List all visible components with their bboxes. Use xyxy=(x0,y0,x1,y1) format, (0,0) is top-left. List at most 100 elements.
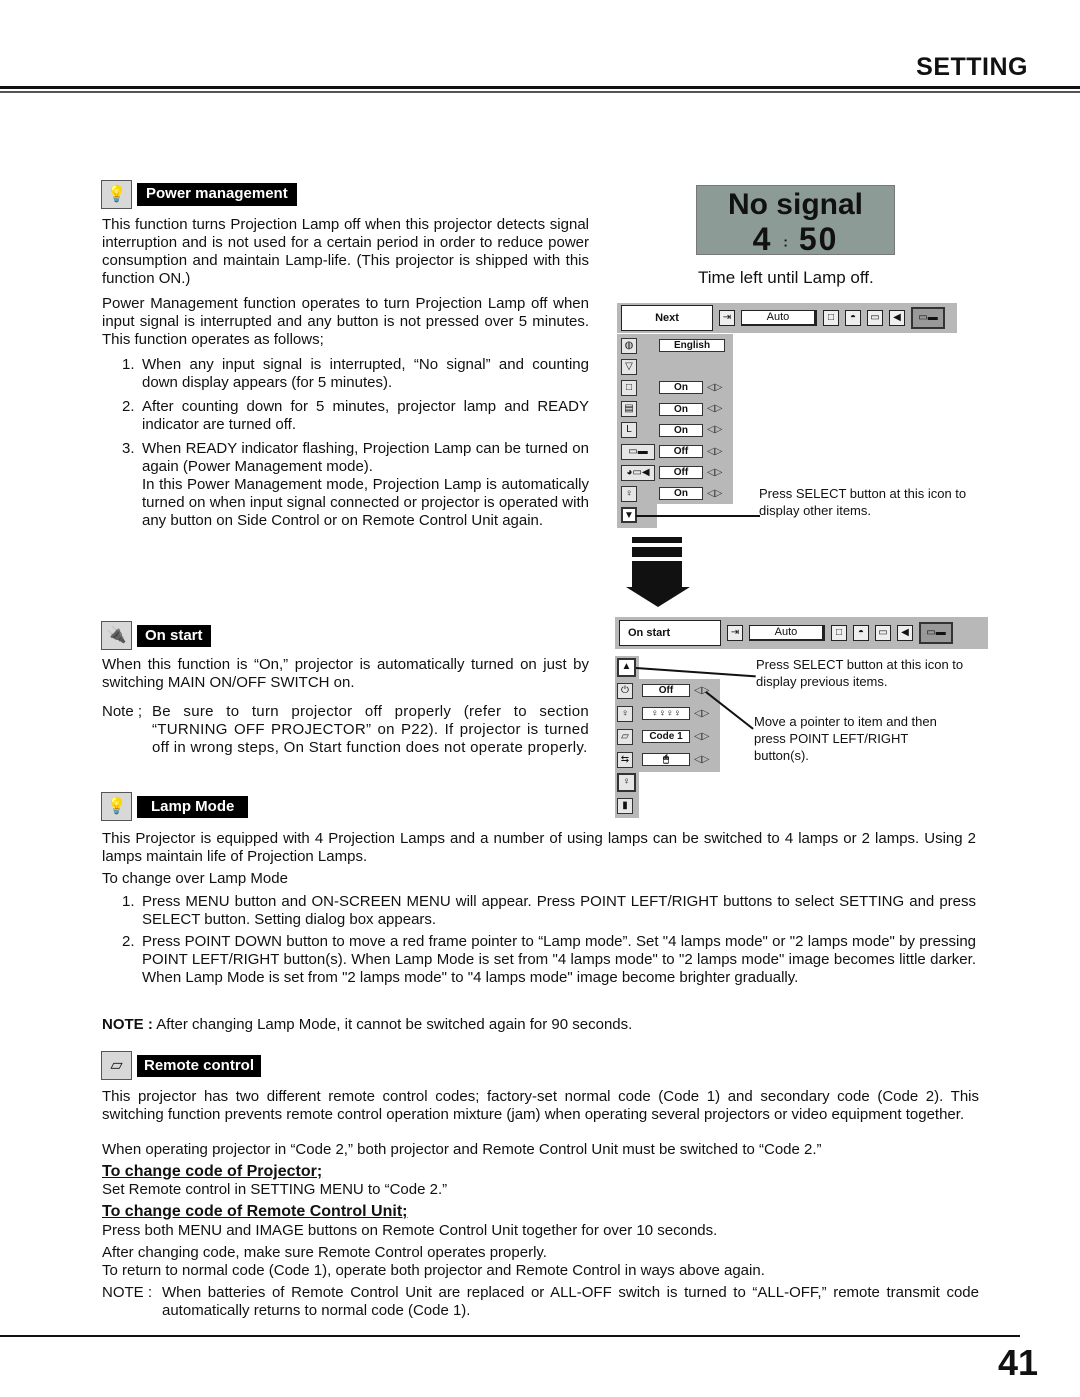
on-start-note: Note ; Be sure to turn projector off pro… xyxy=(102,703,589,756)
power-management-heading: 💡 Power management xyxy=(101,180,297,209)
image-icon[interactable]: □ xyxy=(823,310,839,326)
menu1-rows: ◍ English ▽ □ On ◁▷ ▤ On ◁▷ L On ◁▷ ▭▬ O… xyxy=(617,335,757,526)
screen-icon[interactable]: ▭ xyxy=(875,625,891,641)
power-management-icon: ♀ xyxy=(621,485,637,502)
image-icon[interactable]: □ xyxy=(831,625,847,641)
lamp-mode-label: Lamp Mode xyxy=(137,795,249,818)
menu-row-prev[interactable]: ▲ xyxy=(613,656,733,679)
left-right-arrows-icon[interactable]: ◁▷ xyxy=(707,443,722,461)
lamp-bulb-icon: 💡 xyxy=(101,180,132,209)
menu-row[interactable]: ▽ xyxy=(617,356,757,377)
left-right-arrows-icon[interactable]: ◁▷ xyxy=(694,751,709,769)
color-icon[interactable]: ◓ xyxy=(853,625,869,641)
arrow-stripe xyxy=(632,547,682,557)
rear-icon: ◕▭◀ xyxy=(621,464,655,481)
step-item-extra: In this Power Management mode, Projectio… xyxy=(142,476,589,529)
page-number: 41 xyxy=(997,1342,1038,1383)
countdown-timer: 4 : 50 xyxy=(752,221,839,257)
projector-code-text: Set Remote control in SETTING MENU to “C… xyxy=(102,1181,448,1198)
lamp-mode-para-2: To change over Lamp Mode xyxy=(102,870,288,887)
sound-icon[interactable]: ◀ xyxy=(897,625,913,641)
on-start-icon: ⏻ xyxy=(617,682,633,699)
menu-row[interactable]: □ On ◁▷ xyxy=(617,377,757,398)
ceiling-icon: ▭▬ xyxy=(621,443,655,460)
menu-row[interactable]: ♀ ♀♀♀♀ ◁▷ xyxy=(613,702,733,725)
sound-icon[interactable]: ◀ xyxy=(889,310,905,326)
input-icon[interactable]: ⇥ xyxy=(727,625,743,641)
multi-lamp-icon: 💡 xyxy=(101,792,132,821)
menu-row[interactable]: ◕▭◀ Off ◁▷ xyxy=(617,462,757,483)
lamp-mode-icon: ♀ xyxy=(617,705,633,722)
left-right-arrows-icon[interactable]: ◁▷ xyxy=(707,379,722,397)
scroll-up-icon[interactable]: ▲ xyxy=(617,658,636,677)
power-management-para-2: Power Management function operates to tu… xyxy=(102,295,589,348)
lamp-mode-heading: 💡 Lamp Mode xyxy=(101,792,249,821)
left-right-arrows-icon[interactable]: ◁▷ xyxy=(707,464,722,482)
remote-control-para-4: To return to normal code (Code 1), opera… xyxy=(102,1262,765,1279)
remote-unit-code-heading: To change code of Remote Control Unit; xyxy=(102,1203,408,1220)
remote-unit-code-text: Press both MENU and IMAGE buttons on Rem… xyxy=(102,1222,718,1239)
step-item: 2. Press POINT DOWN button to move a red… xyxy=(122,933,976,986)
on-start-heading: 🔌 On start xyxy=(101,621,211,650)
lamp-replace-icon: ♀ xyxy=(617,773,636,792)
remote-control-icon: ▱ xyxy=(617,728,633,745)
menu-row[interactable]: ◍ English xyxy=(617,335,757,356)
remote-control-para-1: This projector has two different remote … xyxy=(102,1088,979,1123)
setting-icon[interactable]: ▭▬ xyxy=(911,307,945,329)
auto-select[interactable]: Auto xyxy=(749,625,825,641)
remote-control-para-2: When operating projector in “Code 2,” bo… xyxy=(102,1141,822,1158)
exit-icon: ▮ xyxy=(617,797,633,814)
menu1-callout: Press SELECT button at this icon to disp… xyxy=(759,486,967,518)
step-item: 1. Press MENU button and ON-SCREEN MENU … xyxy=(122,893,976,928)
menu-row[interactable]: ♀ xyxy=(613,771,733,794)
arrow-shaft xyxy=(632,561,682,587)
left-right-arrows-icon[interactable]: ◁▷ xyxy=(694,705,709,723)
power-management-para-1: This function turns Projection Lamp off … xyxy=(102,216,589,287)
keystone-icon: ▽ xyxy=(621,358,637,375)
lcd-caption: Time left until Lamp off. xyxy=(698,268,874,287)
menu-row[interactable]: ▱ Code 1 ◁▷ xyxy=(613,725,733,748)
menu-row[interactable]: ⇆ 🖱 ◁▷ xyxy=(613,748,733,771)
remote-control-heading: ▱ Remote control xyxy=(101,1051,262,1080)
menu-row[interactable]: ▤ On ◁▷ xyxy=(617,399,757,420)
menu-row[interactable]: ▮ xyxy=(613,794,733,817)
menu-title-next[interactable]: Next xyxy=(621,305,713,331)
lamp-mode-para-1: This Projector is equipped with 4 Projec… xyxy=(102,830,976,865)
step-item: 3. When READY indicator flashing, Projec… xyxy=(122,440,589,475)
projector-code-heading: To change code of Projector; xyxy=(102,1163,323,1180)
header-rule-thin xyxy=(0,91,1080,93)
remote-icon: ▱ xyxy=(101,1051,132,1080)
menu2-rows: ▲ ⏻ Off ◁▷ ♀ ♀♀♀♀ ◁▷ ▱ Code 1 ◁▷ ⇆ 🖱 ◁▷ … xyxy=(613,656,733,817)
left-right-arrows-icon[interactable]: ◁▷ xyxy=(707,485,722,503)
plug-icon: 🔌 xyxy=(101,621,132,650)
left-right-arrows-icon[interactable]: ◁▷ xyxy=(707,421,722,439)
screen-icon[interactable]: ▭ xyxy=(867,310,883,326)
lamp-mode-note: NOTE : After changing Lamp Mode, it cann… xyxy=(102,1016,633,1033)
menu-row[interactable]: ♀ On ◁▷ xyxy=(617,483,757,504)
scroll-down-icon[interactable]: ▼ xyxy=(621,507,637,524)
no-signal-display: No signal 4 : 50 xyxy=(696,185,895,256)
setting-icon[interactable]: ▭▬ xyxy=(919,622,953,644)
remote-control-note: NOTE : When batteries of Remote Control … xyxy=(102,1284,979,1319)
footer-rule xyxy=(0,1335,1020,1337)
left-right-arrows-icon[interactable]: ◁▷ xyxy=(694,728,709,746)
color-icon[interactable]: ◓ xyxy=(845,310,861,326)
section-title: SETTING xyxy=(916,53,1028,81)
input-icon[interactable]: ⇥ xyxy=(719,310,735,326)
header-rule xyxy=(0,86,1080,89)
arrow-stripe xyxy=(632,537,682,543)
auto-select[interactable]: Auto xyxy=(741,310,817,326)
left-right-arrows-icon[interactable]: ◁▷ xyxy=(707,400,722,418)
step-item: 1. When any input signal is interrupted,… xyxy=(122,356,589,391)
menu-row[interactable]: ▭▬ Off ◁▷ xyxy=(617,441,757,462)
usb-icon: ⇆ xyxy=(617,751,633,768)
menu-row[interactable]: L On ◁▷ xyxy=(617,420,757,441)
lamp-mode-steps: 1. Press MENU button and ON-SCREEN MENU … xyxy=(122,893,976,987)
power-management-label: Power management xyxy=(137,183,297,206)
globe-icon: ◍ xyxy=(621,337,637,354)
setting-menu-bar: Next ⇥ Auto □ ◓ ▭ ◀ ▭▬ xyxy=(617,303,957,333)
left-right-arrows-icon[interactable]: ◁▷ xyxy=(694,682,709,700)
no-signal-text: No signal xyxy=(727,188,863,221)
on-start-para: When this function is “On,” projector is… xyxy=(102,656,589,691)
menu-title-on-start[interactable]: On start xyxy=(619,620,721,646)
